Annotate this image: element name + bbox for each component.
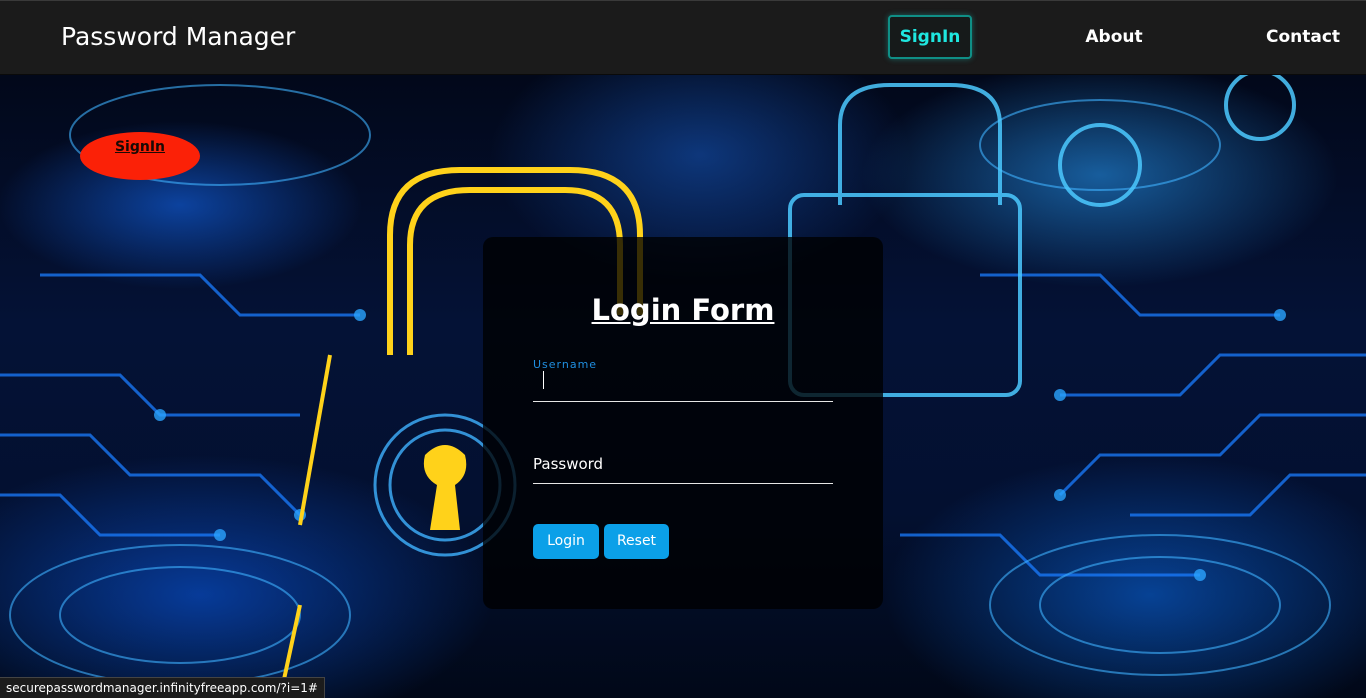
username-field[interactable]: Username — [533, 357, 833, 402]
top-navbar: Password Manager SignIn About Contact — [0, 0, 1366, 75]
login-form-title: Login Form — [591, 293, 775, 327]
signin-badge[interactable]: SignIn — [80, 132, 200, 180]
nav-link-about[interactable]: About — [1075, 15, 1153, 59]
login-form-card: Login Form Username Password Login Reset — [483, 237, 883, 609]
status-bar-url: securepasswordmanager.infinityfreeapp.co… — [0, 677, 325, 698]
nav-link-signin[interactable]: SignIn — [888, 15, 972, 59]
text-cursor — [543, 371, 544, 389]
nav-link-contact[interactable]: Contact — [1262, 15, 1344, 59]
brand-title[interactable]: Password Manager — [61, 22, 295, 51]
username-input[interactable] — [533, 369, 833, 397]
signin-badge-label[interactable]: SignIn — [80, 139, 200, 155]
password-field[interactable]: Password — [533, 440, 833, 484]
reset-button[interactable]: Reset — [604, 524, 669, 559]
login-button[interactable]: Login — [533, 524, 599, 559]
password-input[interactable] — [533, 452, 833, 480]
